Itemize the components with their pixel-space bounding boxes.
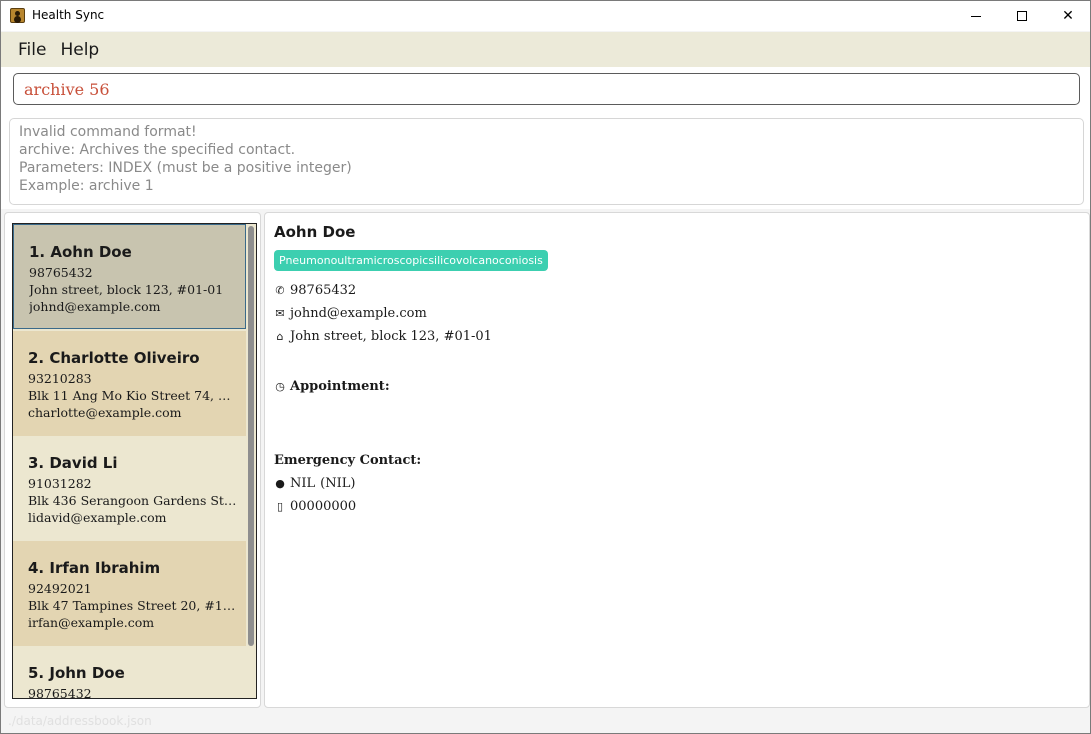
person-list-panel: 1. Aohn Doe 98765432 John street, block … (4, 212, 261, 708)
detail-tag: Pneumonoultramicroscopicsilicovolcanocon… (274, 250, 548, 271)
person-address: Blk 436 Serangoon Gardens Stre... (28, 493, 240, 508)
appointment-label: Appointment: (290, 379, 390, 394)
envelope-icon: ✉ (275, 307, 285, 320)
maximize-button[interactable] (999, 1, 1045, 31)
phone-icon: ✆ (275, 284, 285, 297)
person-name: 3. David Li (28, 454, 118, 472)
person-name: 5. John Doe (28, 664, 125, 682)
emergency-label: Emergency Contact: (274, 453, 422, 468)
person-phone: 98765432 (28, 686, 92, 699)
person-card-4[interactable]: 4. Irfan Ibrahim 92492021 Blk 47 Tampine… (13, 541, 246, 646)
app-window: Health Sync ✕ File Help Invalid command … (0, 0, 1091, 734)
minimize-button[interactable] (953, 1, 999, 31)
detail-phone: 98765432 (290, 283, 357, 298)
person-address: John street, block 123, #01-01 (29, 282, 224, 297)
person-card-1[interactable]: 1. Aohn Doe 98765432 John street, block … (13, 224, 246, 329)
app-icon (10, 8, 25, 23)
menu-file[interactable]: File (11, 40, 53, 60)
person-detail-panel: Aohn Doe Pneumonoultramicroscopicsilicov… (264, 212, 1090, 708)
emergency-phone: 00000000 (290, 499, 357, 514)
person-address: Blk 47 Tampines Street 20, #17-35 (28, 598, 240, 613)
person-name: 2. Charlotte Oliveiro (28, 349, 200, 367)
command-input[interactable] (13, 73, 1080, 105)
person-phone: 98765432 (29, 265, 93, 280)
person-list[interactable]: 1. Aohn Doe 98765432 John street, block … (12, 223, 257, 699)
main-split-pane: 1. Aohn Doe 98765432 John street, block … (1, 209, 1090, 711)
minimize-icon (971, 15, 981, 17)
detail-address: John street, block 123, #01-01 (290, 329, 492, 344)
person-name: 4. Irfan Ibrahim (28, 559, 161, 577)
person-phone: 93210283 (28, 371, 92, 386)
person-phone: 91031282 (28, 476, 92, 491)
detail-email-row: ✉ johnd@example.com (274, 302, 1089, 325)
person-email: irfan@example.com (28, 615, 155, 630)
detail-emergency-person-row: ● NIL (NIL) (274, 472, 1089, 495)
person-address: Blk 11 Ang Mo Kio Street 74, #11-04 (28, 388, 240, 403)
list-scrollbar[interactable] (248, 226, 254, 646)
emergency-relation: (NIL) (320, 476, 356, 491)
person-email: lidavid@example.com (28, 510, 167, 525)
detail-phone-row: ✆ 98765432 (274, 279, 1089, 302)
person-name: 1. Aohn Doe (29, 243, 132, 261)
menu-help[interactable]: Help (53, 40, 106, 60)
result-line: Invalid command format! (19, 124, 197, 140)
menu-bar: File Help (1, 32, 1090, 67)
status-path: ./data/addressbook.json (8, 714, 152, 728)
result-line: Example: archive 1 (19, 178, 154, 194)
person-card-3[interactable]: 3. David Li 91031282 Blk 436 Serangoon G… (13, 436, 246, 541)
person-phone: 92492021 (28, 581, 92, 596)
maximize-icon (1017, 11, 1027, 21)
window-title: Health Sync (32, 8, 105, 22)
result-line: Parameters: INDEX (must be a positive in… (19, 160, 352, 176)
status-bar: ./data/addressbook.json (1, 711, 1090, 733)
detail-address-row: ⌂ John street, block 123, #01-01 (274, 325, 1089, 348)
result-display: Invalid command format! archive: Archive… (9, 118, 1084, 205)
person-card-5[interactable]: 5. John Doe 98765432 (13, 646, 246, 699)
detail-email: johnd@example.com (290, 306, 427, 321)
emergency-name: NIL (290, 476, 316, 491)
person-email: charlotte@example.com (28, 405, 182, 420)
detail-emergency-header: Emergency Contact: (274, 449, 1089, 472)
result-display-container: Invalid command format! archive: Archive… (1, 113, 1090, 209)
person-card-2[interactable]: 2. Charlotte Oliveiro 93210283 Blk 11 An… (13, 331, 246, 436)
title-bar[interactable]: Health Sync ✕ (1, 1, 1090, 31)
person-icon: ● (275, 477, 285, 490)
close-button[interactable]: ✕ (1045, 1, 1090, 31)
clock-icon: ◷ (275, 380, 285, 393)
detail-name: Aohn Doe (274, 223, 356, 241)
result-line: archive: Archives the specified contact. (19, 142, 296, 158)
detail-appointment-row: ◷ Appointment: (274, 375, 1089, 398)
command-box-container (1, 67, 1090, 113)
close-icon: ✕ (1062, 8, 1074, 24)
person-email: johnd@example.com (29, 299, 161, 314)
mobile-icon: ▯ (276, 500, 284, 513)
home-icon: ⌂ (276, 330, 284, 343)
detail-emergency-phone-row: ▯ 00000000 (274, 495, 1089, 518)
